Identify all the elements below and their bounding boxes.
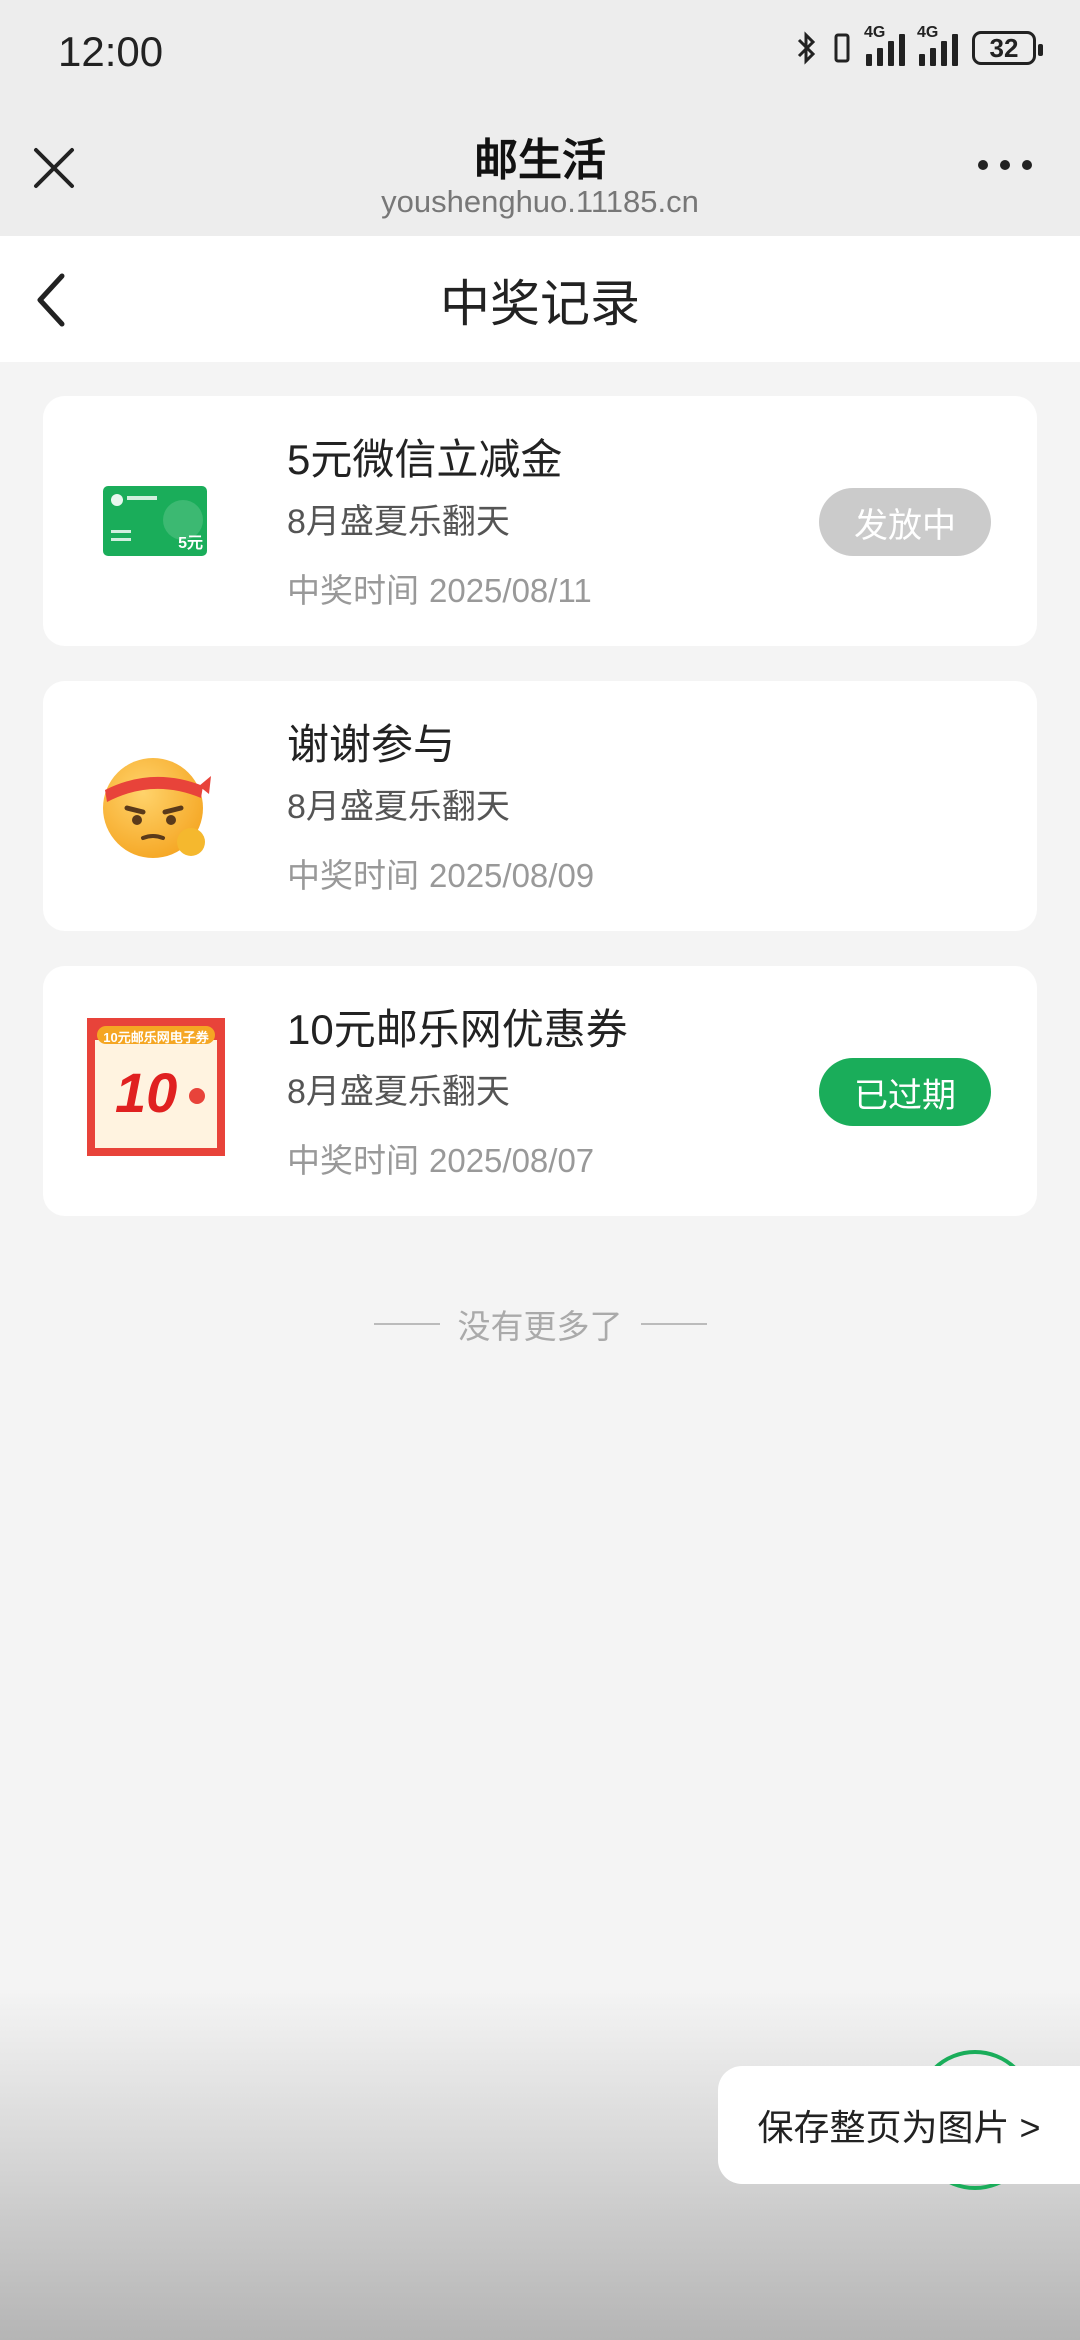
status-bar: 12:00 4G 4G 32: [0, 0, 1080, 108]
browser-url: youshenghuo.11185.cn: [381, 184, 699, 219]
signal-icon-sim2: 4G: [917, 24, 958, 66]
event-name: 8月盛夏乐翻天: [287, 503, 510, 541]
win-date-label: 中奖时间: [287, 1142, 419, 1179]
coupon-icon: 10元邮乐网电子券 10: [87, 1018, 225, 1156]
signal-icon-sim1: 4G: [864, 24, 905, 66]
vibrate-icon: [834, 33, 850, 63]
win-date-value: 2025/08/09: [429, 857, 595, 894]
save-page-as-image-button[interactable]: 保存整页为图片 >: [718, 2066, 1080, 2184]
event-name: 8月盛夏乐翻天: [287, 788, 510, 826]
prize-record-card[interactable]: 5元 5元微信立减金 8月盛夏乐翻天 中奖时间 2025/08/11 发放中: [43, 396, 1037, 646]
no-more-indicator: 没有更多了: [0, 1300, 1080, 1348]
no-more-text: 没有更多了: [457, 1308, 623, 1345]
win-date: 中奖时间 2025/08/11: [287, 564, 592, 612]
win-date-label: 中奖时间: [287, 572, 419, 609]
status-time: 12:00: [58, 28, 164, 75]
bluetooth-icon: [797, 31, 816, 65]
status-icons: 4G 4G 32: [796, 24, 1043, 66]
divider-line: [373, 1323, 440, 1325]
win-date-value: 2025/08/07: [429, 1142, 595, 1179]
battery-icon: 32: [972, 31, 1043, 65]
win-date: 中奖时间 2025/08/07: [287, 1134, 594, 1182]
divider-line: [640, 1323, 707, 1325]
browser-title: 邮生活: [474, 136, 606, 185]
event-name: 8月盛夏乐翻天: [287, 1073, 510, 1111]
page-title: 中奖记录: [440, 276, 640, 332]
prize-record-card[interactable]: 10元邮乐网电子券 10 10元邮乐网优惠券 8月盛夏乐翻天 中奖时间 2025/…: [43, 966, 1037, 1216]
network-type-label: 4G: [864, 24, 886, 41]
more-options-icon[interactable]: [978, 160, 1032, 170]
win-date-value: 2025/08/11: [429, 572, 592, 609]
win-date: 中奖时间 2025/08/09: [287, 849, 594, 897]
card-value-label: 5元: [178, 535, 203, 552]
prize-name: 10元邮乐网优惠券: [287, 1006, 628, 1053]
prize-record-card[interactable]: 谢谢参与 8月盛夏乐翻天 中奖时间 2025/08/09: [43, 681, 1037, 931]
browser-header: 邮生活 youshenghuo.11185.cn: [0, 108, 1080, 236]
win-date-label: 中奖时间: [287, 857, 419, 894]
status-badge: 发放中: [819, 488, 991, 556]
page-header: 中奖记录: [0, 236, 1080, 362]
network-type-label: 4G: [917, 24, 939, 41]
coupon-title: 10元邮乐网电子券: [103, 1030, 209, 1045]
prize-name: 5元微信立减金: [287, 436, 563, 483]
headband-emoji-icon: [85, 736, 225, 876]
wechat-card-icon: 5元: [85, 451, 225, 591]
status-badge: 已过期: [819, 1058, 991, 1126]
coupon-value: 10: [115, 1061, 178, 1124]
prize-name: 谢谢参与: [287, 721, 456, 768]
